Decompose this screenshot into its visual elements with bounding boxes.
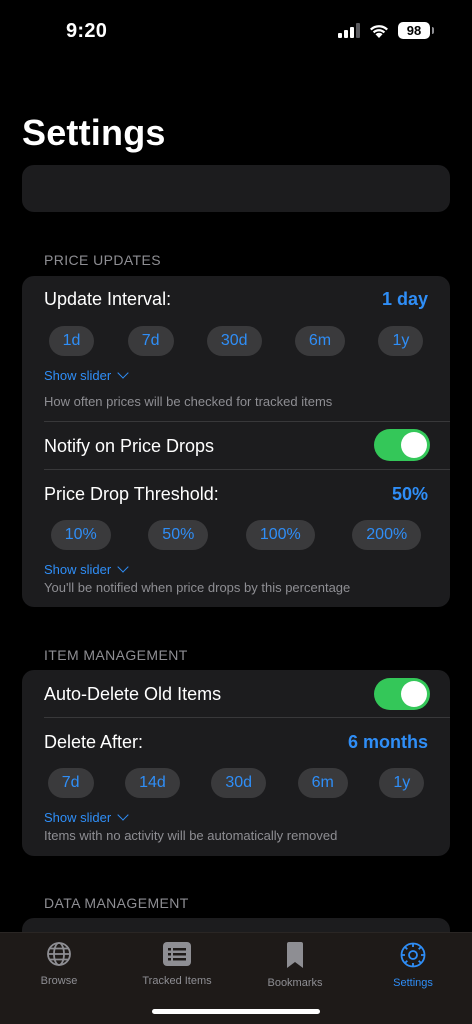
update-interval-label: Update Interval: [44, 289, 172, 309]
threshold-chip[interactable]: 100% [245, 520, 315, 550]
delete-after-chip[interactable]: 6m [297, 768, 348, 798]
divider [44, 717, 450, 718]
tab-label: Settings [393, 977, 433, 989]
tab-browse[interactable]: Browse [9, 941, 109, 987]
interval-chip[interactable]: 30d [206, 326, 262, 356]
status-time: 9:20 [66, 20, 108, 42]
threshold-chips: 10% 50% 100% 200% [22, 520, 450, 550]
divider [44, 469, 450, 470]
tab-label: Browse [40, 975, 78, 987]
status-icons: 98 [338, 22, 434, 39]
divider [44, 421, 450, 422]
update-interval-footnote: How often prices will be checked for tra… [44, 394, 333, 409]
bookmark-icon [287, 942, 303, 968]
toggle-knob [401, 681, 427, 707]
update-interval-value: 1 day [381, 289, 428, 309]
threshold-chip[interactable]: 10% [50, 520, 111, 550]
tab-bookmarks[interactable]: Bookmarks [245, 941, 345, 989]
interval-chip[interactable]: 6m [294, 326, 346, 356]
section-header-price-updates: PRICE UPDATES [44, 252, 161, 268]
item-management-card: Auto-Delete Old Items Delete After: 6 mo… [22, 670, 450, 856]
gear-icon [400, 942, 426, 968]
interval-chip[interactable]: 7d [127, 326, 174, 356]
show-slider-label: Show slider [44, 562, 112, 577]
tab-tracked-items[interactable]: Tracked Items [127, 941, 227, 987]
section-header-data-management: DATA MANAGEMENT [44, 895, 189, 911]
battery-indicator: 98 [398, 22, 434, 39]
cellular-signal-icon [338, 23, 360, 38]
delete-after-chip[interactable]: 1y [379, 768, 425, 798]
show-slider-label: Show slider [44, 810, 112, 825]
chevron-down-icon [117, 561, 129, 573]
tab-label: Tracked Items [142, 975, 212, 987]
threshold-footnote: You'll be notified when price drops by t… [44, 580, 351, 595]
notify-price-drops-label: Notify on Price Drops [44, 436, 215, 456]
interval-chip[interactable]: 1d [48, 326, 95, 356]
search-field[interactable] [22, 165, 450, 212]
tab-settings[interactable]: Settings [363, 941, 463, 989]
threshold-chip[interactable]: 50% [148, 520, 209, 550]
delete-after-footnote: Items with no activity will be automatic… [44, 828, 338, 843]
wifi-icon [370, 24, 388, 38]
price-updates-card: Update Interval: 1 day 1d 7d 30d 6m 1y S… [22, 276, 450, 607]
auto-delete-label: Auto-Delete Old Items [44, 684, 222, 704]
show-slider-button[interactable]: Show slider [44, 561, 129, 577]
delete-after-value: 6 months [347, 732, 428, 752]
interval-chip[interactable]: 1y [378, 326, 424, 356]
delete-after-chips: 7d 14d 30d 6m 1y [22, 768, 450, 798]
show-slider-label: Show slider [44, 368, 112, 383]
status-bar: 9:20 98 [0, 0, 472, 64]
delete-after-chip[interactable]: 14d [125, 768, 180, 798]
notify-price-drops-toggle[interactable] [374, 429, 430, 461]
delete-after-chip[interactable]: 7d [47, 768, 94, 798]
show-slider-button[interactable]: Show slider [44, 809, 129, 825]
threshold-chip[interactable]: 200% [352, 520, 422, 550]
price-drop-threshold-label: Price Drop Threshold: [44, 484, 219, 504]
globe-icon [47, 942, 71, 966]
delete-after-label: Delete After: [44, 732, 144, 752]
auto-delete-toggle[interactable] [374, 678, 430, 710]
chevron-down-icon [117, 367, 129, 379]
update-interval-chips: 1d 7d 30d 6m 1y [22, 326, 450, 356]
tab-label: Bookmarks [267, 977, 323, 989]
page-title: Settings [22, 112, 166, 153]
toggle-knob [401, 432, 427, 458]
list-icon [163, 942, 191, 966]
home-indicator [152, 1009, 320, 1014]
price-drop-threshold-value: 50% [391, 484, 428, 504]
delete-after-chip[interactable]: 30d [211, 768, 267, 798]
show-slider-button[interactable]: Show slider [44, 367, 129, 383]
chevron-down-icon [117, 809, 129, 821]
section-header-item-management: ITEM MANAGEMENT [44, 647, 188, 663]
